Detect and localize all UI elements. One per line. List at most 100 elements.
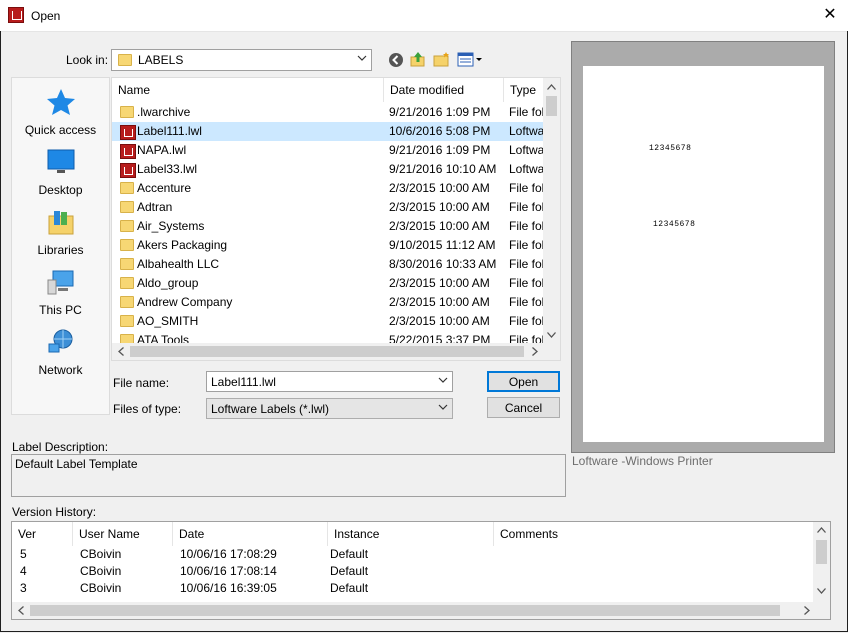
back-icon[interactable] xyxy=(388,52,404,68)
file-row[interactable]: AO_SMITH 2/3/2015 10:00 AM File fol xyxy=(112,312,544,331)
h-scroll-thumb[interactable] xyxy=(30,605,780,616)
file-name-cell: Accenture xyxy=(137,181,192,195)
file-row[interactable]: Andrew Company 2/3/2015 10:00 AM File fol xyxy=(112,293,544,312)
new-folder-icon[interactable] xyxy=(433,51,450,67)
file-name-cell: Andrew Company xyxy=(137,295,233,309)
folder-icon xyxy=(120,220,134,232)
vh-column-user[interactable]: User Name xyxy=(73,522,173,546)
file-name-cell: AO_SMITH xyxy=(137,314,199,328)
scroll-up-icon[interactable] xyxy=(547,84,556,90)
look-in-combo[interactable]: LABELS xyxy=(111,49,372,71)
vh-instance-cell: Default xyxy=(330,547,369,561)
file-row[interactable]: NAPA.lwl 9/21/2016 1:09 PM Loftwa xyxy=(112,141,544,160)
chevron-down-icon xyxy=(438,404,448,410)
file-name-input[interactable]: Label111.lwl xyxy=(206,371,453,392)
file-name-cell: Label33.lwl xyxy=(137,162,198,176)
file-name-cell: Akers Packaging xyxy=(137,238,228,252)
place-quick-access[interactable]: Quick access xyxy=(12,88,109,137)
file-date-cell: 9/21/2016 1:09 PM xyxy=(389,143,491,157)
folder-icon xyxy=(120,201,134,213)
up-folder-icon[interactable] xyxy=(410,51,426,67)
scroll-left-icon[interactable] xyxy=(118,347,124,356)
label-preview: 12345678 12345678 xyxy=(571,41,835,453)
label-file-icon xyxy=(120,163,136,178)
open-button[interactable]: Open xyxy=(487,371,560,392)
star-icon xyxy=(46,89,75,115)
place-libraries[interactable]: Libraries xyxy=(12,208,109,257)
file-row[interactable]: Air_Systems 2/3/2015 10:00 AM File fol xyxy=(112,217,544,236)
scroll-down-icon[interactable] xyxy=(817,588,826,594)
file-row[interactable]: Adtran 2/3/2015 10:00 AM File fol xyxy=(112,198,544,217)
app-icon xyxy=(8,7,24,23)
column-header-name[interactable]: Name xyxy=(112,78,384,102)
version-row[interactable]: 3 CBoivin 10/06/16 16:39:05 Default xyxy=(12,580,812,597)
scroll-left-icon[interactable] xyxy=(18,606,24,615)
vh-date-cell: 10/06/16 17:08:29 xyxy=(180,547,277,561)
vh-column-comments[interactable]: Comments xyxy=(494,522,812,546)
vh-column-instance[interactable]: Instance xyxy=(328,522,494,546)
file-date-cell: 9/21/2016 10:10 AM xyxy=(389,162,497,176)
version-row[interactable]: 4 CBoivin 10/06/16 17:08:14 Default xyxy=(12,563,812,580)
scroll-up-icon[interactable] xyxy=(817,527,826,533)
file-row[interactable]: Label33.lwl 9/21/2016 10:10 AM Loftwa xyxy=(112,160,544,179)
vh-horizontal-scrollbar[interactable] xyxy=(12,602,830,619)
place-this-pc[interactable]: This PC xyxy=(12,268,109,317)
close-button[interactable]: ✕ xyxy=(818,4,842,26)
scroll-down-icon[interactable] xyxy=(547,332,556,338)
place-label: This PC xyxy=(39,303,82,317)
file-row[interactable]: Accenture 2/3/2015 10:00 AM File fol xyxy=(112,179,544,198)
version-row[interactable]: 5 CBoivin 10/06/16 17:08:29 Default xyxy=(12,546,812,563)
file-list-horizontal-scrollbar[interactable] xyxy=(112,343,560,360)
folder-icon xyxy=(120,239,134,251)
vh-vertical-scrollbar[interactable] xyxy=(813,522,830,602)
desktop-icon xyxy=(47,149,74,173)
preview-text-1: 12345678 xyxy=(649,144,692,153)
file-name-cell: .lwarchive xyxy=(137,105,191,119)
version-history-list[interactable]: Ver User Name Date Instance Comments 5 CB… xyxy=(11,521,831,620)
title-bar: Open ✕ xyxy=(0,0,848,32)
label-description-field[interactable]: Default Label Template xyxy=(11,454,566,497)
file-date-cell: 8/30/2016 10:33 AM xyxy=(389,257,497,271)
label-description-label: Label Description: xyxy=(12,440,109,454)
file-row[interactable]: Label111.lwl 10/6/2016 5:08 PM Loftwa xyxy=(112,122,544,141)
place-desktop[interactable]: Desktop xyxy=(12,148,109,197)
file-date-cell: 2/3/2015 10:00 AM xyxy=(389,181,490,195)
file-row[interactable]: Aldo_group 2/3/2015 10:00 AM File fol xyxy=(112,274,544,293)
chevron-down-icon[interactable] xyxy=(438,375,448,385)
vh-ver-cell: 5 xyxy=(20,547,27,561)
scroll-thumb[interactable] xyxy=(816,540,827,564)
folder-icon xyxy=(118,54,132,66)
file-list[interactable]: Name Date modified Type .lwarchive 9/21/2… xyxy=(111,77,561,361)
scroll-thumb[interactable] xyxy=(546,96,557,116)
vh-column-date[interactable]: Date xyxy=(173,522,328,546)
file-list-vertical-scrollbar[interactable] xyxy=(543,78,560,344)
label-file-icon xyxy=(120,125,136,140)
file-type-value: Loftware Labels (*.lwl) xyxy=(211,402,330,416)
folder-icon xyxy=(120,182,134,194)
cancel-button[interactable]: Cancel xyxy=(487,397,560,418)
vh-instance-cell: Default xyxy=(330,581,369,595)
file-row[interactable]: Akers Packaging 9/10/2015 11:12 AM File fo… xyxy=(112,236,544,255)
file-row[interactable]: .lwarchive 9/21/2016 1:09 PM File fol xyxy=(112,103,544,122)
file-type-select[interactable]: Loftware Labels (*.lwl) xyxy=(206,398,453,419)
folder-icon xyxy=(120,315,134,327)
folder-icon xyxy=(120,296,134,308)
view-menu-icon[interactable] xyxy=(457,52,483,68)
vh-user-cell: CBoivin xyxy=(80,547,122,561)
vh-column-ver[interactable]: Ver xyxy=(12,522,73,546)
preview-page: 12345678 12345678 xyxy=(583,66,824,442)
file-row[interactable]: Albahealth LLC 8/30/2016 10:33 AM File fol xyxy=(112,255,544,274)
file-date-cell: 2/3/2015 10:00 AM xyxy=(389,219,490,233)
scroll-right-icon[interactable] xyxy=(804,606,810,615)
scroll-right-icon[interactable] xyxy=(532,347,538,356)
vh-date-cell: 10/06/16 16:39:05 xyxy=(180,581,277,595)
file-date-cell: 2/3/2015 10:00 AM xyxy=(389,200,490,214)
column-header-date[interactable]: Date modified xyxy=(384,78,504,102)
h-scroll-thumb[interactable] xyxy=(130,346,524,357)
places-bar: Quick access Desktop Libraries This PC N… xyxy=(11,77,110,415)
place-network[interactable]: Network xyxy=(12,328,109,377)
file-name-cell: Air_Systems xyxy=(137,219,205,233)
vh-ver-cell: 3 xyxy=(20,581,27,595)
chevron-down-icon xyxy=(357,55,367,61)
place-label: Quick access xyxy=(24,123,97,137)
